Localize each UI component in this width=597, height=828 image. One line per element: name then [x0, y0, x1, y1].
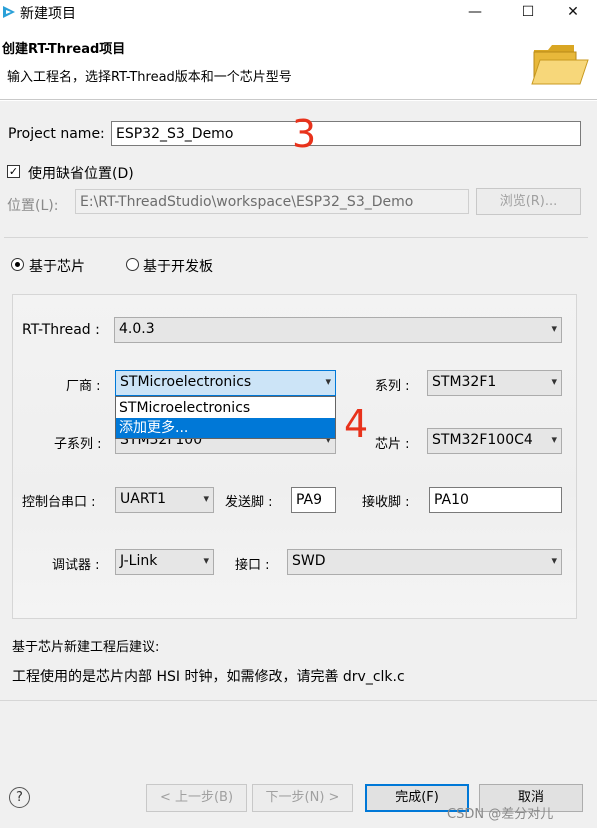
- wizard-header: 创建RT-Thread项目 输入工程名，选择RT-Thread版本和一个芯片型号: [0, 28, 597, 100]
- vendor-value: STMicroelectronics: [120, 374, 252, 390]
- chip-radio[interactable]: [11, 258, 24, 271]
- chip-select[interactable]: STM32F100C4 ▾: [427, 428, 562, 454]
- project-name-label: Project name:: [8, 126, 105, 142]
- next-button: 下一步(N) >: [252, 784, 353, 812]
- vendor-select[interactable]: STMicroelectronics ▾: [115, 370, 336, 396]
- footer-divider: [0, 700, 597, 701]
- help-icon[interactable]: ?: [9, 787, 30, 808]
- chip-radio-label: 基于芯片: [29, 259, 85, 275]
- location-input: [75, 189, 469, 214]
- wizard-description: 输入工程名，选择RT-Thread版本和一个芯片型号: [7, 70, 292, 85]
- title-bar: 新建项目 — ☐ ✕: [0, 0, 597, 28]
- divider: [4, 237, 588, 238]
- subseries-label: 子系列 :: [54, 437, 102, 452]
- advice-title: 基于芯片新建工程后建议:: [12, 640, 160, 655]
- browse-button: 浏览(R)...: [476, 188, 581, 215]
- tx-label: 发送脚 :: [225, 495, 273, 510]
- chip-label: 芯片 :: [375, 437, 410, 452]
- chevron-down-icon: ▾: [203, 554, 209, 567]
- folder-icon: [531, 45, 589, 85]
- board-radio-label: 基于开发板: [143, 259, 213, 275]
- chevron-down-icon: ▾: [551, 322, 557, 335]
- interface-label: 接口 :: [235, 558, 270, 573]
- annotation-step-3: 3: [292, 112, 317, 156]
- chevron-down-icon: ▾: [325, 375, 331, 388]
- series-select[interactable]: STM32F1 ▾: [427, 370, 562, 396]
- window-title: 新建项目: [20, 6, 76, 22]
- annotation-step-4: 4: [344, 402, 369, 446]
- debugger-label: 调试器 :: [52, 558, 100, 573]
- use-default-location-label: 使用缺省位置(D): [28, 166, 134, 182]
- rtthread-version-select[interactable]: 4.0.3 ▾: [114, 317, 562, 343]
- rtthread-label: RT-Thread :: [22, 322, 100, 338]
- rx-pin-input[interactable]: [429, 487, 562, 513]
- vendor-label: 厂商 :: [66, 379, 101, 394]
- maximize-button[interactable]: ☐: [508, 0, 548, 24]
- close-button[interactable]: ✕: [553, 0, 593, 24]
- app-icon: [3, 6, 15, 18]
- back-button: < 上一步(B): [146, 784, 247, 812]
- wizard-title: 创建RT-Thread项目: [2, 42, 126, 57]
- board-radio[interactable]: [126, 258, 139, 271]
- advice-text: 工程使用的是芯片内部 HSI 时钟，如需修改，请完善 drv_clk.c: [12, 669, 405, 685]
- debugger-select[interactable]: J-Link ▾: [115, 549, 214, 575]
- series-value: STM32F1: [432, 374, 497, 390]
- project-name-input[interactable]: [111, 121, 581, 146]
- rx-label: 接收脚 :: [362, 495, 410, 510]
- chevron-down-icon: ▾: [551, 433, 557, 446]
- chevron-down-icon: ▾: [203, 492, 209, 505]
- console-label: 控制台串口 :: [22, 495, 96, 510]
- chip-value: STM32F100C4: [432, 432, 533, 448]
- location-label: 位置(L):: [7, 198, 59, 214]
- console-value: UART1: [120, 491, 166, 507]
- console-select[interactable]: UART1 ▾: [115, 487, 214, 513]
- vendor-option[interactable]: STMicroelectronics: [116, 398, 335, 418]
- chevron-down-icon: ▾: [551, 375, 557, 388]
- debugger-value: J-Link: [120, 553, 158, 569]
- series-label: 系列 :: [375, 379, 410, 394]
- use-default-location-checkbox[interactable]: ✓: [7, 165, 20, 178]
- rtthread-version-value: 4.0.3: [119, 321, 155, 337]
- chevron-down-icon: ▾: [551, 554, 557, 567]
- interface-value: SWD: [292, 553, 326, 569]
- tx-pin-input[interactable]: [291, 487, 336, 513]
- watermark: CSDN @差分对儿: [447, 807, 554, 822]
- interface-select[interactable]: SWD ▾: [287, 549, 562, 575]
- minimize-button[interactable]: —: [455, 0, 495, 24]
- vendor-option-add-more[interactable]: 添加更多...: [116, 418, 335, 438]
- vendor-dropdown-list: STMicroelectronics 添加更多...: [115, 396, 336, 439]
